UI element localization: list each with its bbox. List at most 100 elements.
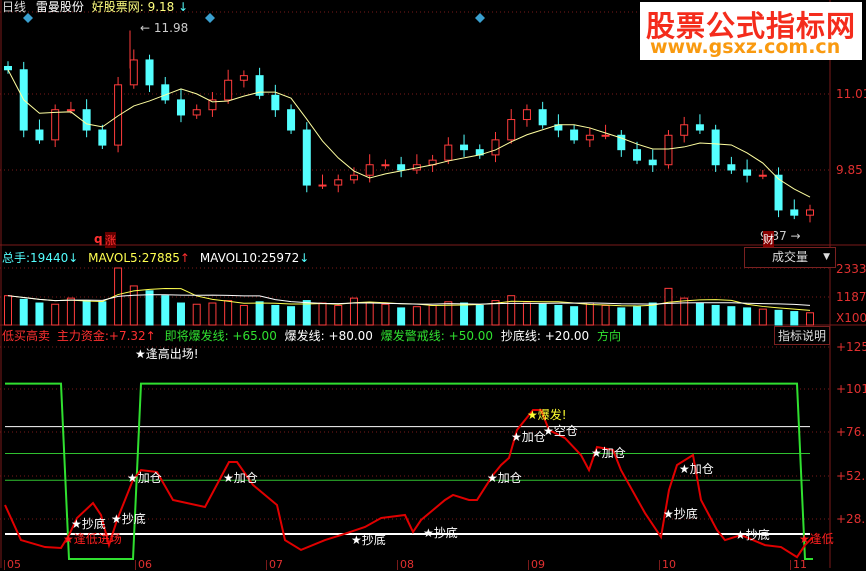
line-burst-warning: 爆发警戒线: +50.00 <box>380 329 494 343</box>
candle-body <box>790 209 799 216</box>
limit-up-marker[interactable]: 涨 <box>105 232 116 248</box>
candle-body <box>727 164 736 171</box>
volume-bar <box>711 304 720 326</box>
volume-bar <box>727 306 736 326</box>
price-header: 日线 雷曼股份 好股票网: 9.18 ↓ <box>2 0 188 14</box>
signal-label: ★抄底 <box>423 526 458 541</box>
line-burst: 爆发线: +80.00 <box>284 329 373 343</box>
fund-value: +7.32 <box>108 329 146 343</box>
candle-body <box>538 109 547 126</box>
indicator-selector-dropdown[interactable]: 成交量 ▼ <box>744 247 836 268</box>
watermark-url: www.gsxz.com.cn <box>650 36 841 58</box>
signal-label: ★加仓 <box>487 470 522 485</box>
candle-body <box>176 99 185 116</box>
chevron-down-icon: ▼ <box>823 252 830 262</box>
high-price-label: ← 11.98 <box>140 21 189 35</box>
watermark: 股票公式指标网 www.gsxz.com.cn <box>640 2 862 60</box>
candle-body <box>82 109 91 131</box>
candle-body <box>192 109 201 116</box>
volume-unit: X1000 <box>836 311 866 325</box>
volume-bar <box>397 307 406 326</box>
candle-body <box>743 169 752 176</box>
price-value: 9.18 <box>147 0 175 14</box>
candle-body <box>302 129 311 186</box>
candle-body <box>271 94 280 111</box>
volume-bar <box>758 308 767 326</box>
candle-body <box>695 124 704 131</box>
source-label: 好股票网: <box>91 0 144 14</box>
price-down-arrow-icon: ↓ <box>178 0 189 14</box>
diamond-marker-icon <box>475 13 485 23</box>
signal-label: ★加仓 <box>127 470 162 485</box>
volume-bar <box>35 302 44 326</box>
candle-body <box>460 144 469 151</box>
finance-marker[interactable]: 财 <box>763 231 774 247</box>
x-axis-tick: 05 <box>4 559 21 570</box>
selector-label: 成交量 <box>771 250 808 264</box>
candle-body <box>318 184 327 187</box>
diamond-marker-icon <box>23 13 33 23</box>
volume-bar <box>538 303 547 326</box>
signal-label: ★加仓 <box>511 429 546 444</box>
indicator-explain-button[interactable]: 指标说明 <box>774 326 830 345</box>
candle-body <box>680 124 689 136</box>
volume-bar <box>617 307 626 326</box>
q-marker: q <box>94 232 103 246</box>
candle-body <box>35 129 44 141</box>
x-axis-tick: 10 <box>659 559 676 570</box>
signal-label: ★加仓 <box>679 461 714 476</box>
signal-label: ★抄底 <box>735 527 770 542</box>
candle-body <box>491 139 500 156</box>
signal-label: ★逢低进场 <box>63 531 122 546</box>
volume-bar <box>790 311 799 326</box>
signal-label: ★抄底 <box>351 533 386 548</box>
volume-bar <box>743 307 752 326</box>
diamond-marker-icon <box>205 13 215 23</box>
volume-bar <box>271 304 280 326</box>
volume-bar <box>287 306 296 326</box>
candle-body <box>397 164 406 171</box>
mavol10-label: MAVOL10: <box>199 251 262 265</box>
x-axis-tick: 11 <box>790 559 807 570</box>
x-axis-tick: 07 <box>266 559 283 570</box>
indicator-tick: +76.9 <box>836 425 866 439</box>
total-volume-label: 总手: <box>2 251 31 265</box>
volume-bar <box>554 304 563 326</box>
volume-tick: 11874 <box>836 290 866 304</box>
period-label[interactable]: 日线 <box>2 0 26 14</box>
candle-body <box>51 109 60 141</box>
volume-bar <box>224 300 233 326</box>
line-bottom: 抄底线: +20.00 <box>500 329 590 343</box>
candle-body <box>711 129 720 166</box>
candle-body <box>648 159 657 166</box>
mavol5-label: MAVOL5: <box>88 251 142 265</box>
volume-bar <box>4 295 12 326</box>
volume-bar <box>522 302 531 326</box>
volume-bar <box>192 303 201 326</box>
candle-body <box>224 79 233 101</box>
total-volume: 19440 <box>30 251 69 265</box>
signal-label: ★加仓 <box>591 445 626 460</box>
signal-label: ★加仓 <box>223 470 258 485</box>
candle-body <box>239 75 248 81</box>
signal-label: ★抄底 <box>111 511 146 526</box>
indicator-name: 低买高卖 <box>2 329 51 343</box>
signal-label: ★空仓 <box>543 424 578 439</box>
up-arrow-icon: ↑ <box>179 251 190 265</box>
volume-bar <box>412 306 421 326</box>
line-direction: 方向 <box>597 329 622 343</box>
volume-bar <box>774 309 783 326</box>
candle-body <box>349 174 358 181</box>
candle-body <box>287 109 296 131</box>
indicator-tick: +52.8 <box>836 469 866 483</box>
mavol5-value: 27885 <box>141 251 180 265</box>
volume-bar <box>51 303 60 326</box>
candle-body <box>66 109 75 112</box>
indicator-tick: +101. <box>836 382 866 396</box>
volume-bar <box>491 300 500 326</box>
volume-bar <box>585 302 594 326</box>
volume-bar <box>664 287 673 326</box>
stock-name: 雷曼股份 <box>35 0 84 14</box>
down-arrow-icon: ↓ <box>68 251 79 265</box>
volume-bar <box>428 304 437 326</box>
